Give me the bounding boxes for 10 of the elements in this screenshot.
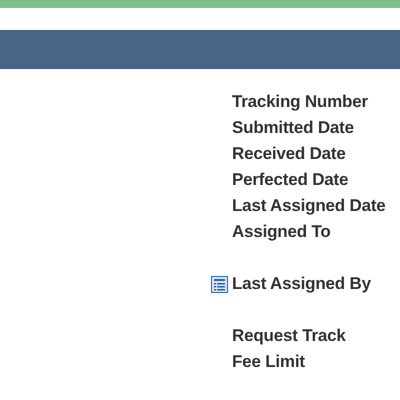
field-label: Request Track: [232, 325, 346, 348]
field-label: Tracking Number: [232, 91, 368, 114]
field-label: Submitted Date: [232, 117, 354, 140]
list-icon[interactable]: [211, 276, 228, 292]
field-label: Last Assigned By: [232, 273, 371, 296]
field-label: Assigned To: [232, 221, 331, 244]
field-label: Perfected Date: [232, 169, 348, 192]
field-label: Fee Limit: [232, 351, 305, 374]
field-label: Last Assigned Date: [232, 195, 386, 218]
field-label: Received Date: [232, 143, 346, 166]
